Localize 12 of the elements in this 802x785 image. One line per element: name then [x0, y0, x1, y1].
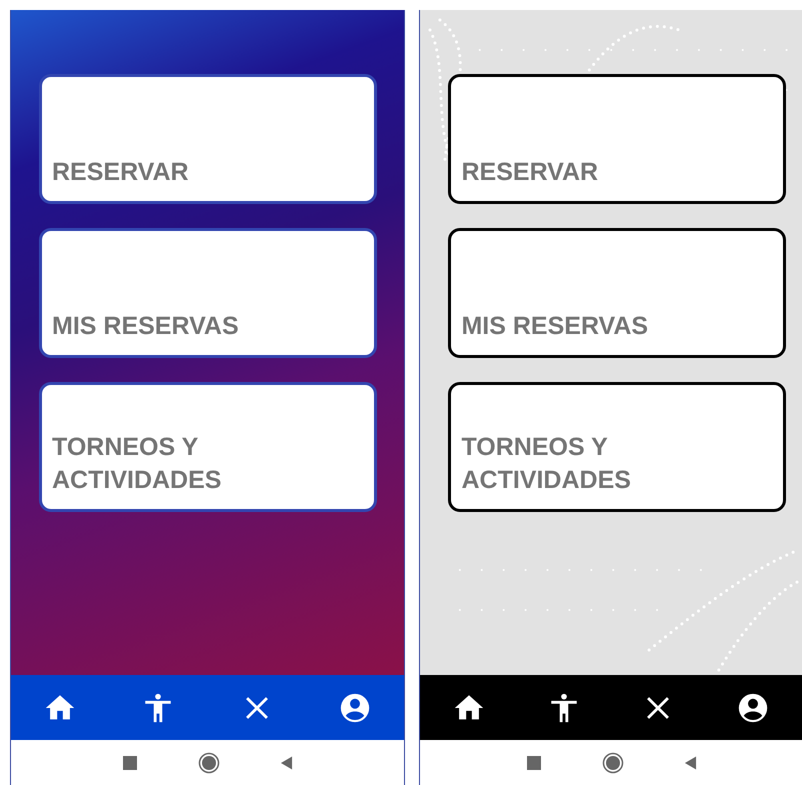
home-button-icon[interactable] [198, 752, 220, 774]
recents-icon[interactable] [526, 754, 542, 770]
menu-card[interactable]: RESERVAR [448, 74, 786, 204]
menu-card[interactable]: TORNEOS Y ACTIVIDADES [39, 382, 377, 512]
menu-card[interactable]: TORNEOS Y ACTIVIDADES [448, 382, 786, 512]
home-button-icon[interactable] [602, 752, 624, 774]
back-icon[interactable] [280, 754, 294, 770]
back-icon[interactable] [684, 754, 697, 770]
menu-card[interactable]: MIS RESERVAS [448, 228, 786, 358]
recents-icon[interactable] [122, 754, 138, 770]
menu-card[interactable]: MIS RESERVAS [39, 228, 377, 358]
menu-card[interactable]: RESERVAR [39, 74, 377, 204]
